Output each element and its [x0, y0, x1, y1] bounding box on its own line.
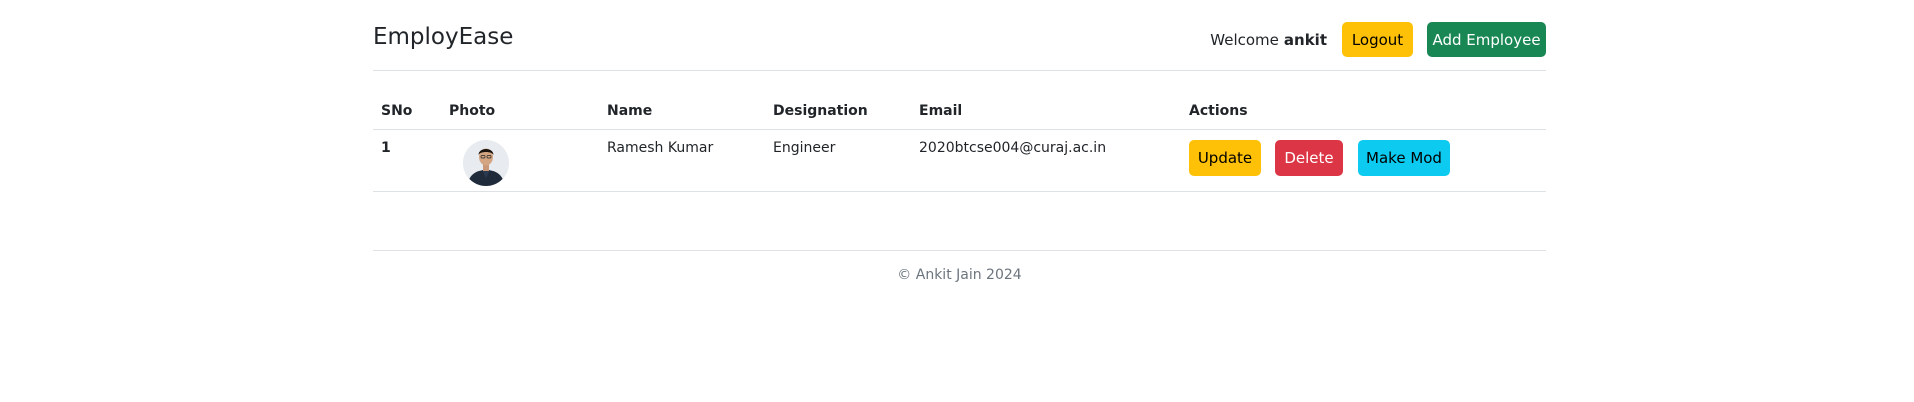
- column-header-photo: Photo: [441, 92, 599, 130]
- column-header-designation: Designation: [765, 92, 911, 130]
- cell-sno: 1: [373, 129, 441, 192]
- username: ankit: [1283, 30, 1327, 49]
- welcome-message: Welcome ankit: [1210, 31, 1327, 49]
- add-employee-button[interactable]: Add Employee: [1427, 22, 1546, 57]
- cell-actions: Update Delete Make Mod: [1181, 129, 1546, 192]
- page-container: EmployEase Welcome ankit Logout Add Emplo…: [373, 0, 1546, 283]
- brand-title[interactable]: EmployEase: [373, 24, 513, 50]
- welcome-label: Welcome: [1210, 30, 1279, 49]
- cell-email: 2020btcse004@curaj.ac.in: [911, 129, 1181, 192]
- header-actions: Welcome ankit Logout Add Employee: [1210, 22, 1546, 57]
- employee-avatar-icon: [463, 140, 509, 186]
- cell-name: Ramesh Kumar: [599, 129, 765, 192]
- row-actions: Update Delete Make Mod: [1189, 140, 1546, 176]
- table-header-row: SNo Photo Name Designation Email Actions: [373, 92, 1546, 130]
- footer: © Ankit Jain 2024: [373, 250, 1546, 283]
- column-header-name: Name: [599, 92, 765, 130]
- delete-button[interactable]: Delete: [1275, 140, 1343, 176]
- footer-copyright: © Ankit Jain 2024: [897, 267, 1022, 283]
- header: EmployEase Welcome ankit Logout Add Emplo…: [373, 0, 1546, 71]
- cell-designation: Engineer: [765, 129, 911, 192]
- update-button[interactable]: Update: [1189, 140, 1261, 176]
- cell-photo: [441, 129, 599, 192]
- avatar-person-icon: [463, 140, 509, 186]
- logout-button[interactable]: Logout: [1342, 22, 1413, 57]
- make-mod-button[interactable]: Make Mod: [1358, 140, 1450, 176]
- table-row: 1 Ramesh Kumar Engineer 2020btcse004@cur…: [373, 129, 1546, 192]
- column-header-actions: Actions: [1181, 92, 1546, 130]
- column-header-email: Email: [911, 92, 1181, 130]
- column-header-sno: SNo: [373, 92, 441, 130]
- employee-table: SNo Photo Name Designation Email Actions…: [373, 92, 1546, 192]
